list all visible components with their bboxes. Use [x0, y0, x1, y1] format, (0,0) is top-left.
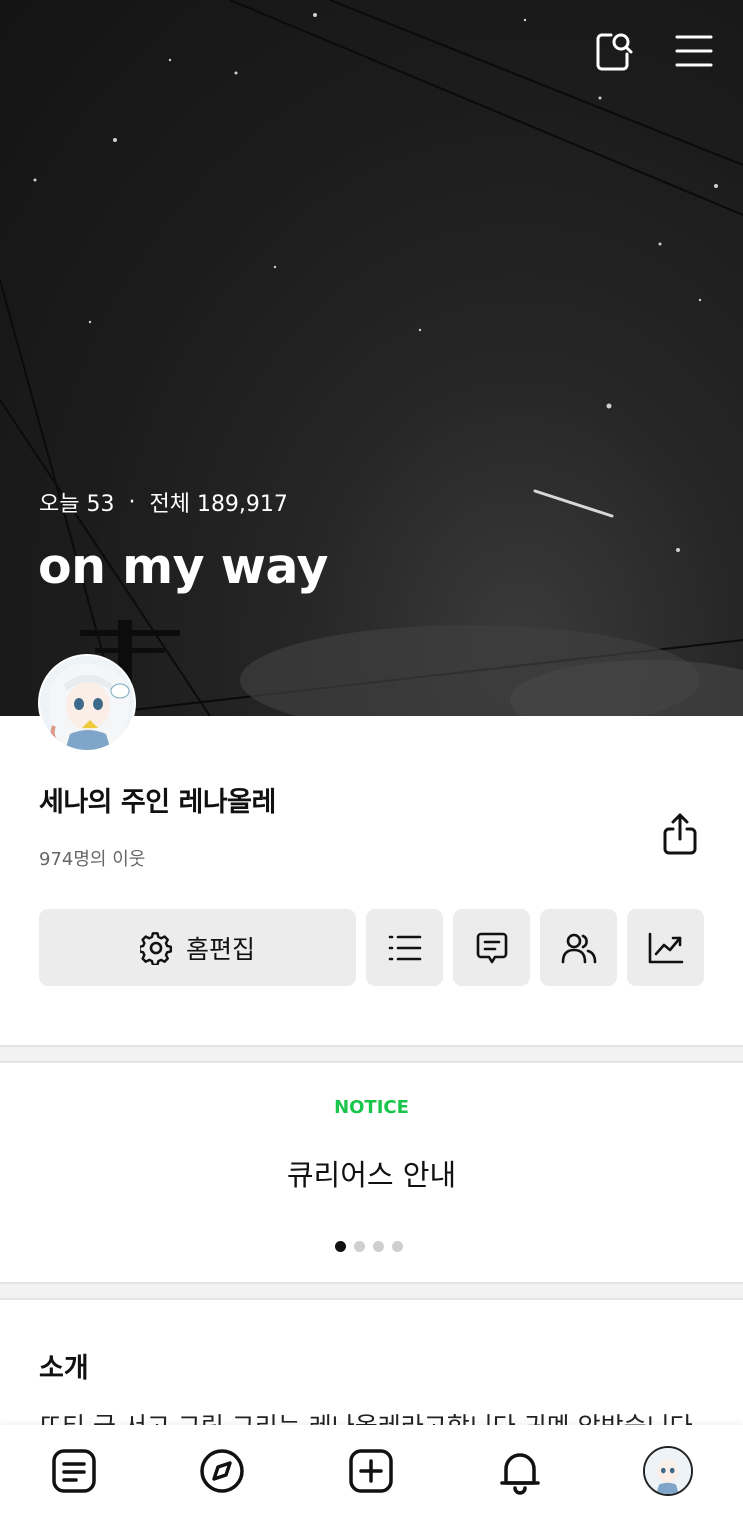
blog-title[interactable]: on my way [38, 538, 328, 595]
blog-owner-name: 세나의 주인 레나올레 [39, 787, 276, 818]
neighbor-count[interactable]: 974명의 이웃 [39, 845, 145, 871]
notification-icon[interactable] [494, 1445, 546, 1497]
stats-button[interactable] [627, 909, 704, 986]
menu-icon[interactable] [673, 30, 715, 72]
visitors-today: 오늘 53 [39, 492, 115, 517]
section-divider [0, 1282, 743, 1300]
intro-text: 뜨티 굿 서고 그림 그리는 레나올레라고합니다 귀멘 앙방습니다 [39, 1412, 693, 1427]
my-avatar-image [643, 1446, 693, 1496]
night-sky-photo [0, 0, 743, 716]
bottom-nav [0, 1425, 743, 1518]
edit-home-label: 홈편집 [185, 934, 255, 964]
notice-label: NOTICE [334, 1097, 409, 1118]
neighbors-button[interactable] [540, 909, 617, 986]
notice-title[interactable]: 큐리어스 안내 [0, 1152, 743, 1194]
stats-separator: · [128, 489, 136, 515]
stats-icon [648, 932, 684, 964]
profile-avatar[interactable] [38, 654, 136, 752]
visitor-stats: 오늘 53 · 전체 189,917 [39, 486, 288, 518]
visitors-total: 전체 189,917 [149, 492, 288, 517]
pager-dot[interactable] [354, 1241, 365, 1252]
guestbook-button[interactable] [453, 909, 530, 986]
list-button[interactable] [366, 909, 443, 986]
notice-pager [335, 1241, 403, 1252]
intro-heading: 소개 [39, 1353, 89, 1384]
share-icon[interactable] [656, 808, 704, 860]
discover-icon[interactable] [196, 1445, 248, 1497]
gear-icon [139, 931, 174, 965]
feed-icon[interactable] [48, 1445, 100, 1497]
neighbors-icon [561, 932, 597, 964]
section-divider [0, 1045, 743, 1063]
list-icon [388, 934, 422, 962]
write-icon[interactable] [345, 1445, 397, 1497]
search-icon[interactable] [593, 30, 635, 72]
pager-dot[interactable] [373, 1241, 384, 1252]
guestbook-icon [475, 931, 509, 965]
pager-dot[interactable] [335, 1241, 346, 1252]
pager-dot[interactable] [392, 1241, 403, 1252]
blog-cover: 오늘 53 · 전체 189,917 on my way [0, 0, 743, 716]
edit-home-button[interactable]: 홈편집 [39, 909, 356, 986]
my-avatar[interactable] [642, 1445, 694, 1497]
